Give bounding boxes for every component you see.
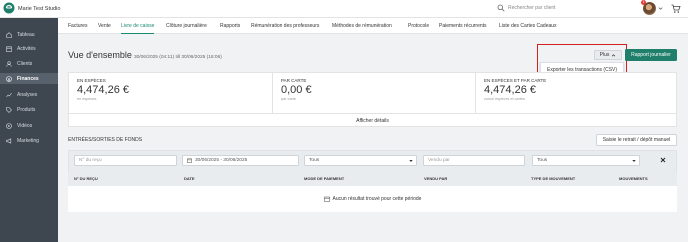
sidebar-item-label: Tableau (17, 31, 35, 38)
tag-icon (6, 106, 12, 113)
movement-type-select[interactable]: Tous (532, 155, 640, 166)
manual-withdrawal-button[interactable]: Saisie le retrait / dépôt manuel (596, 134, 677, 146)
sidebar-item-label: Vidéos (17, 122, 33, 129)
client-search-input[interactable] (508, 3, 618, 13)
sidebar-item-marketing[interactable]: Marketing (0, 135, 58, 146)
tab-vente[interactable]: Vente (98, 18, 111, 34)
page-title: Vue d'ensemble 30/06/2025 (04:11) till 30… (68, 50, 222, 60)
page-title-text: Vue d'ensemble (68, 50, 132, 60)
summary-value: 4,474,26 € (484, 84, 536, 96)
caret-down-icon (632, 160, 636, 162)
avatar[interactable]: 1 (641, 0, 656, 15)
date-range-value: 30/06/2025 - 30/06/2025 (195, 158, 248, 163)
tab-remuneration-professeurs[interactable]: Rémunération des professeurs (251, 18, 319, 34)
column-header[interactable]: N° DU REÇU (74, 176, 98, 181)
tab-livre-de-caisse[interactable]: Livre de caisse (121, 18, 155, 34)
svg-text:$: $ (8, 77, 11, 81)
column-header[interactable]: TYPE DE MOUVEMENT (531, 176, 575, 181)
sidebar-item-label: Activités (17, 45, 36, 52)
sold-by-placeholder: Vendu par (428, 158, 450, 163)
empty-results-row: Aucun résultat trouvé pour cette période (68, 186, 677, 212)
top-bar: Marie Test Studio 1 (0, 0, 688, 18)
column-header[interactable]: VENDU PAR (424, 176, 447, 181)
tab-factures[interactable]: Factures (68, 18, 87, 34)
activity-icon (6, 46, 12, 52)
payment-mode-value: Tous (309, 158, 320, 163)
tab-methodes-remuneration[interactable]: Méthodes de rémunération (332, 18, 392, 34)
sidebar-item-label: Marketing (17, 137, 39, 144)
video-icon (6, 122, 12, 129)
table-header: N° DU REÇU DATE MODE DE PAIEMENT VENDU P… (68, 172, 677, 186)
chevron-down-icon[interactable] (658, 6, 663, 11)
sidebar-item-label: Clients (17, 60, 33, 67)
sidebar-item-label: Finances (17, 75, 39, 82)
tab-cloture-journaliere[interactable]: Clôture journalière (166, 18, 207, 34)
chevron-up-icon (612, 53, 616, 56)
summary-label: EN ESPÈCES ET PAR CARTE (484, 78, 547, 83)
empty-message: Aucun résultat trouvé pour cette période (332, 196, 422, 202)
sidebar-item-finances[interactable]: $ Finances (0, 73, 58, 84)
sidebar-item-tableau[interactable]: Tableau (0, 29, 58, 40)
calendar-icon (187, 158, 192, 163)
search-icon (497, 4, 505, 12)
movement-type-value: Tous (537, 158, 548, 163)
caret-down-icon (409, 160, 413, 162)
date-range-label: 30/06/2025 (04:11) till 30/06/2025 (18:0… (133, 55, 222, 60)
home-icon (6, 31, 12, 38)
payment-mode-select[interactable]: Tous (304, 155, 417, 166)
sidebar-item-label: Analyses (17, 91, 38, 98)
sidebar-item-clients[interactable]: Clients (0, 58, 58, 69)
summary-value: 0,00 € (281, 84, 312, 96)
plus-button[interactable]: Plus (594, 50, 622, 60)
column-header[interactable]: DATE (184, 176, 195, 181)
finance-icon: $ (6, 75, 12, 82)
tab-paiements-recurrents[interactable]: Paiements récurrents (439, 18, 487, 34)
combined-summary: EN ESPÈCES ET PAR CARTE 4,474,26 € cumul… (475, 73, 676, 113)
sidebar: Tableau Activités Clients $ Finances Ana… (0, 18, 58, 242)
megaphone-icon (6, 137, 12, 144)
sidebar-item-activites[interactable]: Activités (0, 43, 58, 54)
tab-protocole[interactable]: Protocole (408, 18, 429, 34)
date-range-input[interactable]: 30/06/2025 - 30/06/2025 (182, 155, 299, 166)
section-title: ENTRÉES/SORTIES DE FONDS (68, 137, 143, 143)
summary-sub: en espèces (77, 97, 97, 101)
summary-sub: cumul espèces et cartes (484, 97, 525, 101)
summary-sub: par carte (281, 97, 296, 101)
show-details-link[interactable]: Afficher détails (69, 113, 676, 127)
cart-icon[interactable] (671, 4, 681, 14)
plus-button-label: Plus (599, 52, 610, 58)
studio-name[interactable]: Marie Test Studio (18, 6, 60, 12)
receipt-placeholder: N° du reçu (79, 158, 102, 163)
summary-card: EN ESPÈCES 4,474,26 € en espèces PAR CAR… (68, 72, 677, 127)
chart-icon (6, 92, 12, 97)
receipt-number-input[interactable]: N° du reçu (74, 155, 177, 166)
user-icon (6, 60, 12, 67)
calendar-icon (323, 196, 330, 202)
notification-badge: 1 (641, 0, 646, 5)
sidebar-item-label: Produits (17, 106, 36, 113)
sidebar-item-analyses[interactable]: Analyses (0, 89, 58, 100)
sidebar-item-produits[interactable]: Produits (0, 104, 58, 115)
close-icon[interactable] (660, 157, 666, 163)
sidebar-item-videos[interactable]: Vidéos (0, 120, 58, 131)
card-summary: PAR CARTE 0,00 € par carte (272, 73, 475, 113)
finances-subnav: Factures Vente Livre de caisse Clôture j… (58, 18, 688, 34)
column-header[interactable]: MOUVEMENTS (619, 176, 648, 181)
tab-rapports[interactable]: Rapports (220, 18, 240, 34)
column-header[interactable]: MODE DE PAIEMENT (304, 176, 344, 181)
daily-report-button[interactable]: Rapport journalier (625, 49, 677, 61)
sold-by-input[interactable]: Vendu par (423, 155, 525, 166)
summary-label: EN ESPÈCES (77, 78, 106, 83)
cash-summary: EN ESPÈCES 4,474,26 € en espèces (69, 73, 272, 113)
summary-label: PAR CARTE (281, 78, 307, 83)
tab-cartes-cadeaux[interactable]: Liste des Cartes Cadeaux (499, 18, 557, 34)
summary-value: 4,474,26 € (77, 84, 129, 96)
studio-logo[interactable] (3, 2, 15, 14)
